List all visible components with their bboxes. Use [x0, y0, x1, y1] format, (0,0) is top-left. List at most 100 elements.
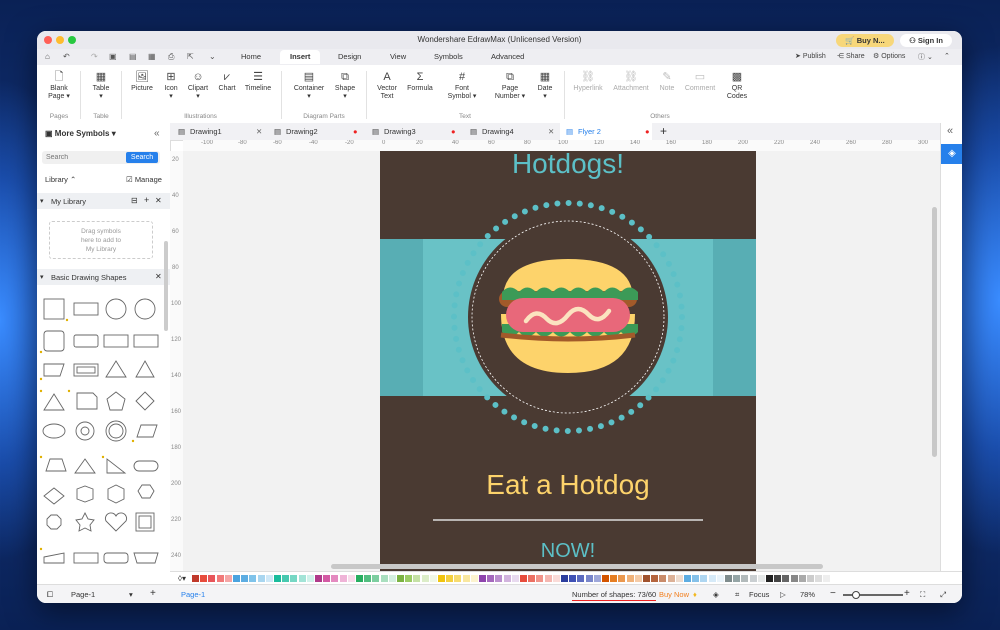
chevron-down-icon[interactable]: ▾	[129, 590, 133, 599]
manage-button[interactable]: ☑ Manage	[126, 175, 162, 184]
shape-manual-input[interactable]	[43, 552, 65, 564]
zoom-slider-thumb[interactable]	[852, 591, 860, 599]
shape-octagon[interactable]	[76, 392, 98, 410]
color-swatch[interactable]	[569, 575, 577, 582]
color-swatch[interactable]	[823, 575, 831, 582]
horizontal-scrollbar[interactable]	[331, 564, 823, 569]
color-swatch[interactable]	[495, 575, 503, 582]
tab-view[interactable]: View	[390, 52, 406, 61]
color-swatch[interactable]	[298, 575, 306, 582]
more-icon[interactable]: ⌄	[209, 52, 216, 61]
shape-triangle[interactable]	[105, 360, 127, 378]
shape-triangle-3[interactable]	[74, 458, 96, 474]
color-swatch[interactable]	[561, 575, 568, 582]
formula-button[interactable]: Σ Formula	[406, 71, 434, 93]
shape-rounded-rectangle[interactable]	[73, 334, 99, 348]
shape-heptagon[interactable]	[137, 484, 155, 499]
my-library-header[interactable]: ▾ My Library ⊟ + ✕	[37, 193, 170, 209]
color-swatch[interactable]	[528, 575, 536, 582]
tab-symbols[interactable]: Symbols	[434, 52, 463, 61]
hyperlink-button[interactable]: ⛓ Hyperlink	[570, 71, 606, 93]
color-swatch[interactable]	[487, 575, 495, 582]
zoom-out-icon[interactable]: −	[830, 588, 836, 599]
buy-now-link[interactable]: Buy Now	[659, 590, 689, 599]
color-swatch[interactable]	[413, 575, 421, 582]
add-page-icon[interactable]: +	[150, 588, 156, 599]
doc-tab-drawing2[interactable]: ▤ Drawing2 ●	[268, 123, 360, 140]
color-swatch[interactable]	[503, 575, 511, 582]
search-input[interactable]	[42, 151, 122, 164]
more-symbols-menu[interactable]: ▣ More Symbols ▾	[45, 129, 116, 138]
expand-panel-icon[interactable]: «	[947, 125, 953, 137]
color-swatch[interactable]	[470, 575, 478, 582]
shape-frame[interactable]	[73, 363, 99, 377]
color-swatch[interactable]	[192, 575, 199, 582]
close-icon[interactable]: ✕	[155, 272, 162, 281]
page-layout-icon[interactable]: ⧠	[47, 590, 53, 600]
focus-label[interactable]: Focus	[749, 590, 769, 599]
color-swatch[interactable]	[405, 575, 413, 582]
focus-icon[interactable]: ⌗	[735, 590, 739, 600]
shape-hexagon[interactable]	[76, 485, 94, 503]
save-icon[interactable]: ▦	[148, 52, 156, 61]
doc-tab-flyer2[interactable]: ▤ Flyer 2 ●	[560, 123, 652, 140]
color-swatch[interactable]	[626, 575, 634, 582]
basic-shapes-header[interactable]: ▾ Basic Drawing Shapes ✕	[37, 269, 170, 285]
color-swatch[interactable]	[331, 575, 339, 582]
color-swatch[interactable]	[602, 575, 609, 582]
doc-tab-drawing1[interactable]: ▤ Drawing1 ✕	[172, 123, 264, 140]
date-button[interactable]: ▦ Date ▾	[534, 71, 556, 101]
shape-parallelogram[interactable]	[136, 424, 158, 438]
color-swatch[interactable]	[536, 575, 544, 582]
color-swatch[interactable]	[552, 575, 560, 582]
doc-tab-drawing4[interactable]: ▤ Drawing4 ✕	[464, 123, 556, 140]
shape-ellipse[interactable]	[42, 423, 66, 439]
color-swatch[interactable]	[380, 575, 388, 582]
tab-design[interactable]: Design	[338, 52, 361, 61]
color-swatch[interactable]	[585, 575, 593, 582]
flyer-cta[interactable]: NOW!	[541, 540, 595, 562]
color-swatch[interactable]	[224, 575, 232, 582]
bell-icon[interactable]: ♦	[693, 590, 697, 599]
close-tab-icon[interactable]: ✕	[548, 127, 554, 136]
shape-rectangle-3[interactable]	[133, 334, 159, 348]
sign-in-button[interactable]: ⚇ Sign In	[900, 34, 952, 47]
search-button[interactable]: Search	[126, 152, 158, 163]
shape-right-angle[interactable]	[106, 458, 127, 474]
color-swatch[interactable]	[216, 575, 224, 582]
my-library-dropzone[interactable]: Drag symbols here to add to My Library	[49, 221, 153, 259]
color-swatch[interactable]	[233, 575, 240, 582]
container-button[interactable]: ▤ Container ▾	[291, 71, 327, 101]
color-swatch[interactable]	[675, 575, 683, 582]
shape-circle[interactable]	[105, 298, 127, 320]
font-symbol-button[interactable]: # Font Symbol ▾	[446, 71, 478, 101]
shape-trapezoid[interactable]	[45, 458, 67, 472]
color-swatch[interactable]	[749, 575, 757, 582]
color-swatch[interactable]	[446, 575, 454, 582]
open-file-icon[interactable]: ▤	[129, 52, 137, 61]
add-icon[interactable]: +	[144, 195, 149, 205]
shape-pill[interactable]	[133, 460, 159, 472]
home-icon[interactable]: ⌂	[45, 52, 50, 61]
comment-button[interactable]: ▭ Comment	[683, 71, 717, 93]
import-icon[interactable]: ⊟	[131, 196, 138, 205]
shape-heart[interactable]	[104, 512, 128, 532]
blank-page-button[interactable]: 🗋 Blank Page ▾	[47, 71, 71, 101]
table-button[interactable]: ▦ Table ▾	[88, 71, 114, 101]
vertical-scrollbar[interactable]	[932, 207, 937, 457]
tab-advanced[interactable]: Advanced	[491, 52, 524, 61]
help-icon[interactable]: ⓘ ⌄	[918, 52, 933, 62]
color-swatch[interactable]	[593, 575, 601, 582]
attachment-button[interactable]: ⛓ Attachment	[611, 71, 651, 93]
page-tab[interactable]: Page-1	[181, 590, 205, 599]
undo-icon[interactable]: ↶	[63, 52, 70, 61]
color-swatch[interactable]	[364, 575, 372, 582]
color-swatch[interactable]	[815, 575, 823, 582]
color-swatch[interactable]	[323, 575, 331, 582]
play-icon[interactable]: ▷	[780, 590, 786, 599]
color-swatch[interactable]	[651, 575, 659, 582]
shape-button[interactable]: ⧉ Shape ▾	[333, 71, 357, 101]
shape-triangle-2[interactable]	[43, 393, 65, 411]
page-number-button[interactable]: ⧉ Page Number ▾	[492, 71, 528, 101]
collapse-sidebar-icon[interactable]: «	[154, 128, 160, 139]
